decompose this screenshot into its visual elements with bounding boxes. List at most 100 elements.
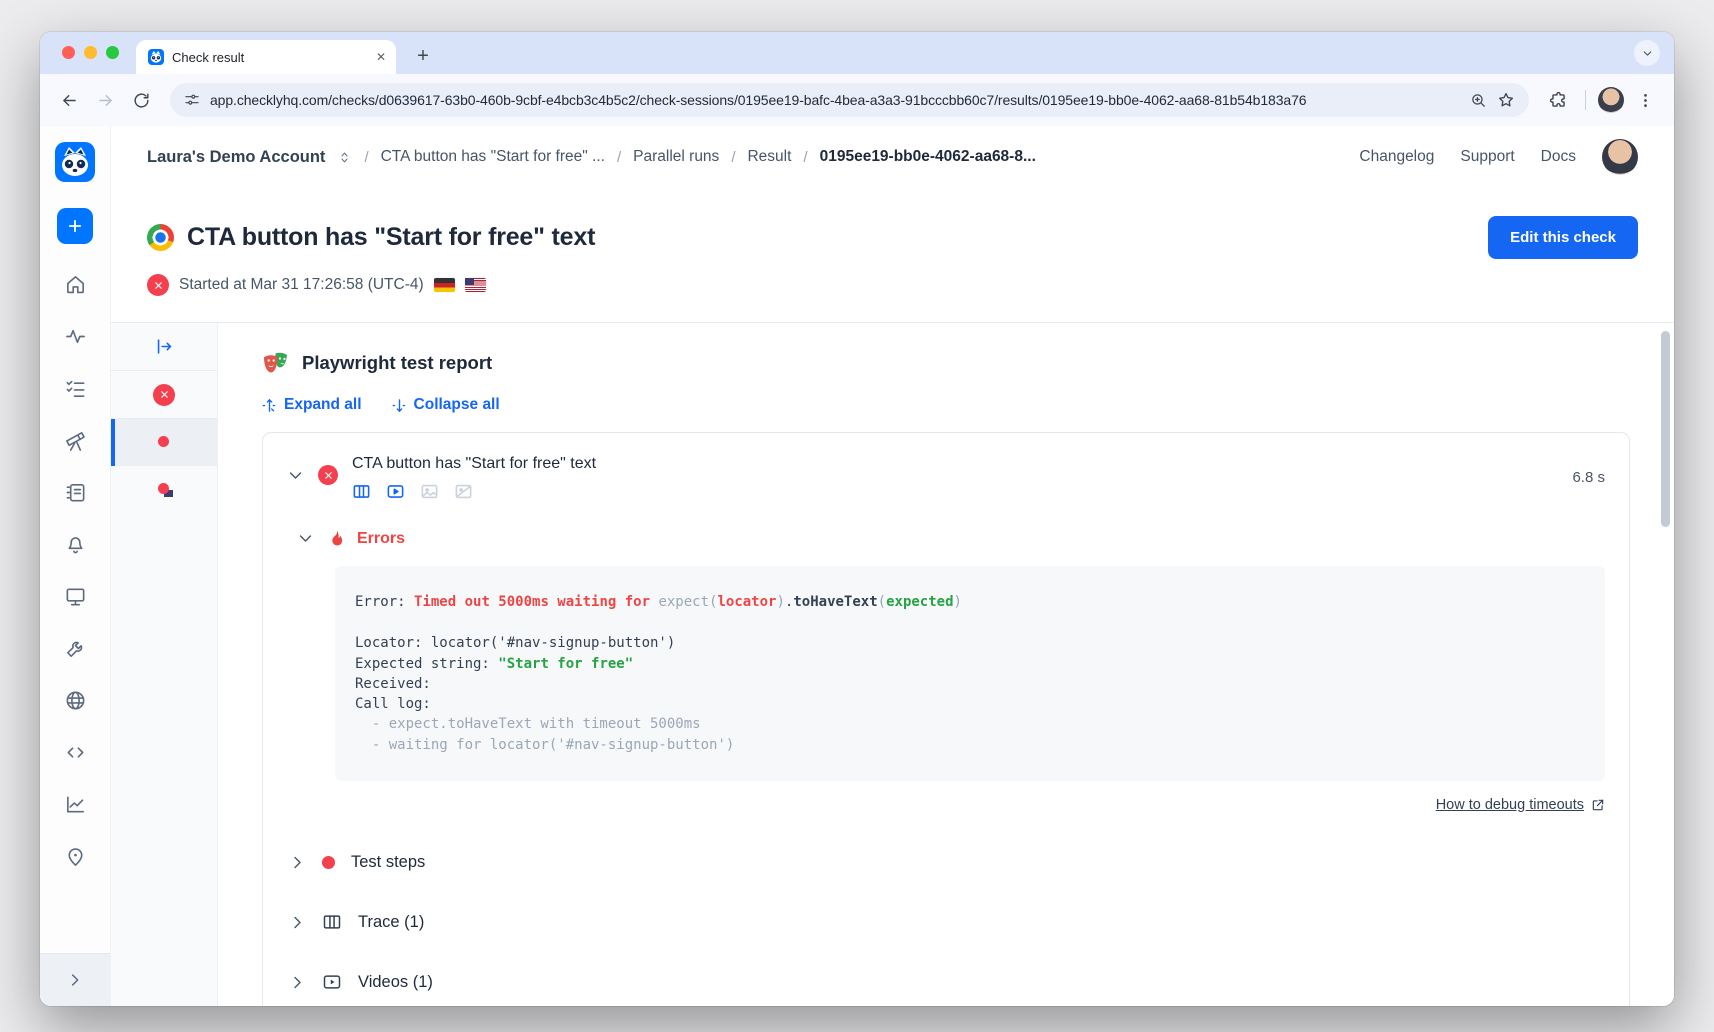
create-button[interactable]	[57, 208, 93, 244]
test-steps-section[interactable]: Test steps	[289, 853, 1605, 872]
sidebar-item-home[interactable]	[55, 270, 95, 298]
chevron-right-icon[interactable]	[289, 914, 306, 931]
tab-search-button[interactable]	[1634, 40, 1660, 66]
expand-all-icon	[262, 398, 277, 413]
browser-profile-avatar[interactable]	[1598, 87, 1624, 113]
extensions-button[interactable]	[1543, 85, 1573, 115]
failed-dot-badge	[158, 483, 169, 494]
sidebar-item-snippets[interactable]	[55, 738, 95, 766]
chrome-browser-icon	[147, 224, 174, 251]
expand-all-button[interactable]: Expand all	[262, 396, 362, 414]
sidebar-item-notebook[interactable]	[55, 478, 95, 506]
bookmark-star-icon[interactable]	[1497, 91, 1515, 109]
breadcrumb-separator: /	[731, 149, 735, 166]
chevron-right-icon	[66, 971, 84, 989]
map-pin-icon	[64, 845, 87, 868]
overall-result-status[interactable]	[111, 371, 217, 419]
url-bar[interactable]: app.checklyhq.com/checks/d0639617-63b0-4…	[170, 83, 1529, 117]
trace-icon	[322, 912, 342, 932]
sidebar-item-alerts[interactable]	[55, 530, 95, 558]
screenshot-icon	[420, 482, 439, 501]
video-icon	[322, 972, 342, 992]
collapse-all-button[interactable]: Collapse all	[392, 396, 500, 414]
error-log-line: Error: Timed out 5000ms waiting for expe…	[355, 592, 1585, 612]
breadcrumb-result[interactable]: Result	[747, 148, 791, 166]
chevron-down-icon[interactable]	[297, 530, 314, 547]
playwright-icon	[262, 349, 290, 377]
docs-link[interactable]: Docs	[1541, 148, 1576, 166]
url-text[interactable]: app.checklyhq.com/checks/d0639617-63b0-4…	[210, 92, 1460, 108]
site-settings-icon[interactable]	[184, 92, 200, 108]
user-avatar[interactable]	[1602, 139, 1638, 175]
trace-section[interactable]: Trace (1)	[289, 912, 1605, 932]
external-link-icon	[1591, 798, 1605, 812]
breadcrumb-parallel-runs[interactable]: Parallel runs	[633, 148, 719, 166]
started-at-text: Started at Mar 31 17:26:58 (UTC-4)	[179, 276, 424, 294]
globe-icon	[64, 689, 87, 712]
breadcrumb-check[interactable]: CTA button has "Start for free" ...	[381, 148, 605, 166]
checkly-logo-icon[interactable]	[55, 142, 95, 182]
sidebar-item-private-locations[interactable]	[55, 686, 95, 714]
breadcrumb-separator: /	[617, 149, 621, 166]
test-row[interactable]: CTA button has "Start for free" text 6.8…	[287, 453, 1605, 501]
debug-timeouts-link[interactable]: How to debug timeouts	[1436, 797, 1605, 813]
chevron-right-icon[interactable]	[289, 854, 306, 871]
forward-button[interactable]	[90, 85, 120, 115]
sidebar-item-telescope[interactable]	[55, 426, 95, 454]
run-usa[interactable]	[111, 466, 217, 513]
tab-strip: Check result ✕ +	[40, 32, 1674, 74]
chevron-down-icon	[1641, 47, 1654, 60]
back-button[interactable]	[54, 85, 84, 115]
failed-status-icon	[318, 465, 338, 485]
changelog-link[interactable]: Changelog	[1359, 148, 1434, 166]
trace-icon[interactable]	[352, 482, 371, 501]
error-log: Error: Timed out 5000ms waiting for expe…	[335, 566, 1605, 781]
collapse-panel-icon	[155, 337, 174, 356]
app-sidebar	[40, 126, 111, 1006]
test-report-card: CTA button has "Start for free" text 6.8…	[262, 432, 1630, 1006]
sidebar-item-checks[interactable]	[55, 374, 95, 402]
zoom-window-button[interactable]	[106, 46, 119, 59]
bell-icon	[64, 533, 87, 556]
account-switcher[interactable]: Laura's Demo Account	[147, 148, 325, 167]
wrench-icon	[64, 637, 87, 660]
chevron-right-icon[interactable]	[289, 974, 306, 991]
test-duration: 6.8 s	[1572, 469, 1605, 486]
zoom-page-icon[interactable]	[1470, 92, 1487, 109]
breadcrumb-bar: Laura's Demo Account / CTA button has "S…	[111, 126, 1674, 188]
failed-status-icon	[147, 274, 169, 296]
edit-check-button[interactable]: Edit this check	[1488, 216, 1638, 259]
videos-section[interactable]: Videos (1)	[289, 972, 1605, 992]
monitor-icon	[64, 585, 87, 608]
failed-dot-badge	[158, 436, 169, 447]
page-header: CTA button has "Start for free" text Edi…	[111, 188, 1674, 322]
minimize-window-button[interactable]	[84, 46, 97, 59]
error-log-line: Locator: locator('#nav-signup-button')	[355, 633, 1585, 653]
reload-button[interactable]	[126, 85, 156, 115]
report-title: Playwright test report	[302, 352, 492, 374]
support-link[interactable]: Support	[1460, 148, 1514, 166]
sidebar-item-analytics[interactable]	[55, 790, 95, 818]
error-log-line: Call log:	[355, 694, 1585, 714]
run-germany[interactable]	[111, 419, 217, 466]
failed-status-icon	[153, 384, 175, 406]
video-icon[interactable]	[386, 482, 405, 501]
failed-dot-icon	[322, 856, 335, 869]
new-tab-button[interactable]: +	[410, 43, 436, 69]
browser-tab[interactable]: Check result ✕	[136, 40, 396, 74]
runs-sidebar-toggle[interactable]	[111, 323, 217, 371]
sidebar-collapse-button[interactable]	[40, 953, 110, 1006]
sidebar-item-dashboards[interactable]	[55, 582, 95, 610]
sidebar-item-maintenance[interactable]	[55, 634, 95, 662]
browser-menu-button[interactable]	[1630, 85, 1660, 115]
close-window-button[interactable]	[62, 46, 75, 59]
sidebar-item-locations[interactable]	[55, 842, 95, 870]
collapse-all-icon	[392, 398, 407, 413]
chevron-down-icon[interactable]	[287, 467, 304, 484]
errors-section-header[interactable]: Errors	[297, 529, 1605, 548]
result-content: Playwright test report Expand all	[111, 322, 1674, 1006]
tab-close-icon[interactable]: ✕	[376, 50, 386, 64]
scrollbar-thumb[interactable]	[1661, 331, 1670, 527]
account-sort-icon[interactable]	[337, 150, 352, 165]
sidebar-item-activity[interactable]	[55, 322, 95, 350]
